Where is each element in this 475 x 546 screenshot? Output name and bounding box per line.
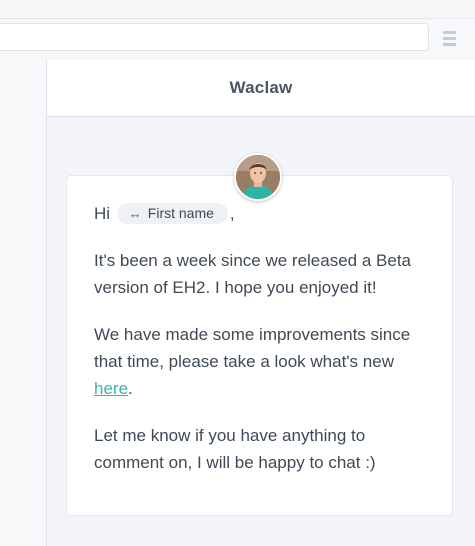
greeting-text: Hi [94,204,111,223]
message-paragraph: Let me know if you have anything to comm… [94,426,376,472]
message-card: Hi ↔ First name, It's been a week since w… [66,175,453,516]
first-name-variable-chip[interactable]: ↔ First name [116,203,228,224]
message-paragraph: We have made some improvements since tha… [94,321,426,402]
sender-name: Waclaw [229,78,293,97]
arrows-horizontal-icon: ↔ [128,206,142,221]
whats-new-link[interactable]: here [94,379,128,398]
greeting-suffix: , [229,204,235,223]
toolbar-input-field[interactable] [0,23,429,51]
menu-icon[interactable] [439,28,459,48]
message-paragraph: It's been a week since we released a Bet… [94,251,411,297]
avatar-portrait-image [236,155,280,199]
paragraph-text: We have made some improvements since tha… [94,325,411,371]
message-preview-panel: Waclaw Hi ↔ First name, It's been a week … [46,60,475,546]
paragraph-text: . [128,379,133,398]
avatar [234,153,282,201]
variable-chip-label: First name [147,205,214,221]
editor-panel [0,60,46,546]
top-strip [0,0,475,19]
greeting-line: Hi ↔ First name, [94,200,426,227]
toolbar [0,19,475,60]
preview-header: Waclaw [47,60,475,117]
